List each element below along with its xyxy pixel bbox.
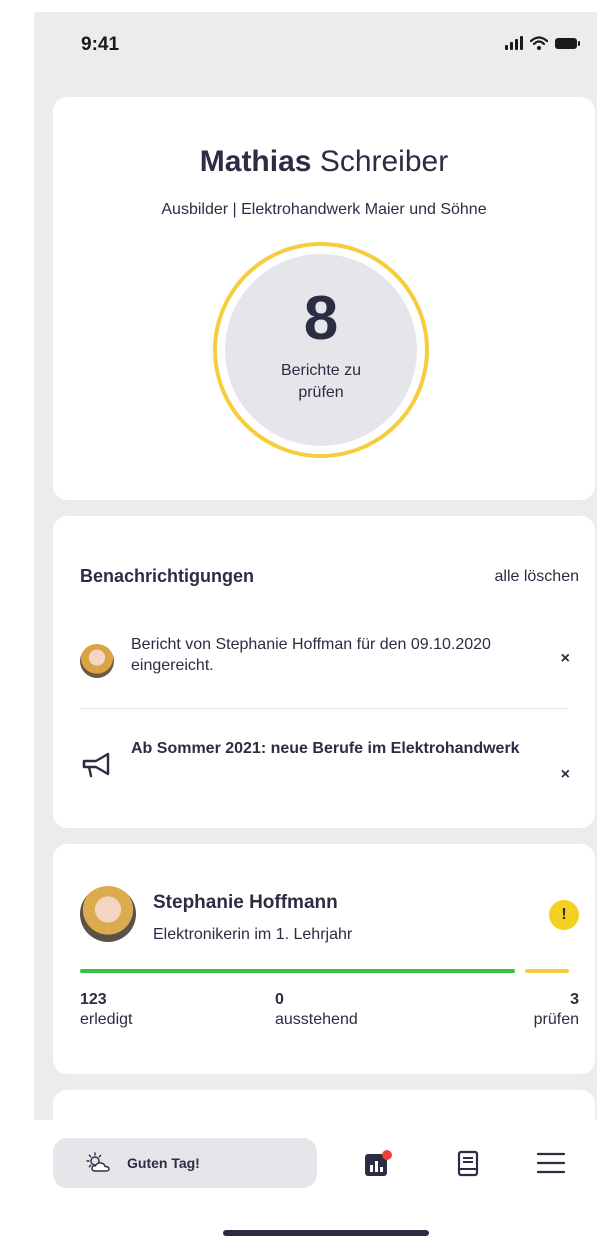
progress-review-segment <box>525 969 569 973</box>
stat-review-label: prüfen <box>533 1011 579 1028</box>
status-icons <box>505 36 580 50</box>
warning-badge: ! <box>549 900 579 930</box>
avatar <box>80 886 136 942</box>
bottom-navigation: Guten Tag! <box>34 1120 597 1248</box>
progress-bar <box>80 969 569 973</box>
profile-first-name: Mathias <box>199 145 312 178</box>
notification-item[interactable]: Ab Sommer 2021: neue Berufe im Elektroha… <box>80 738 570 808</box>
megaphone-icon <box>82 752 110 778</box>
notification-text: Ab Sommer 2021: neue Berufe im Elektroha… <box>131 740 520 757</box>
stat-review: 3 prüfen <box>534 990 579 1030</box>
status-bar: 9:41 <box>34 12 597 82</box>
greeting-button[interactable]: Guten Tag! <box>53 1138 317 1188</box>
close-icon[interactable]: × <box>561 650 570 668</box>
signal-icon <box>505 36 523 50</box>
report-label: Berichte zu prüfen <box>280 362 362 401</box>
stat-done: 123 erledigt <box>80 990 132 1030</box>
reports-to-review-button[interactable]: 8 Berichte zu prüfen <box>213 242 429 458</box>
stat-review-value: 3 <box>570 991 579 1008</box>
report-count: 8 <box>303 284 339 353</box>
chart-icon[interactable] <box>364 1150 394 1178</box>
trainee-subtitle: Elektronikerin im 1. Lehrjahr <box>153 926 353 943</box>
wifi-icon <box>530 36 548 50</box>
weather-icon <box>86 1152 110 1172</box>
stat-done-value: 123 <box>80 991 107 1008</box>
trainee-name: Stephanie Hoffmann <box>153 892 338 913</box>
stat-pending-value: 0 <box>275 991 284 1008</box>
profile-card: Mathias Schreiber Ausbilder | Elektrohan… <box>53 97 595 500</box>
book-icon[interactable] <box>456 1150 480 1178</box>
profile-role: Ausbilder | Elektrohandwerk Maier und Sö… <box>161 201 487 218</box>
clear-all-button[interactable]: alle löschen <box>495 568 580 586</box>
profile-last-name: Schreiber <box>319 145 449 178</box>
status-time: 9:41 <box>81 34 120 55</box>
profile-name: Mathias Schreiber <box>53 145 595 179</box>
close-icon[interactable]: × <box>561 766 570 784</box>
battery-icon <box>555 38 580 49</box>
divider <box>80 708 568 709</box>
greeting-text: Guten Tag! <box>127 1155 200 1171</box>
stat-pending-label: ausstehend <box>275 1011 358 1028</box>
avatar <box>80 644 114 678</box>
report-counter: 8 Berichte zu prüfen <box>225 254 417 446</box>
notifications-card: Benachrichtigungen alle löschen Bericht … <box>53 516 595 828</box>
progress-done-segment <box>80 969 515 973</box>
stat-pending: 0 ausstehend <box>275 990 358 1030</box>
trainee-card[interactable]: Stephanie Hoffmann Elektronikerin im 1. … <box>53 844 595 1074</box>
stat-done-label: erledigt <box>80 1011 133 1028</box>
menu-icon[interactable] <box>536 1150 566 1176</box>
notification-item[interactable]: Bericht von Stephanie Hoffman für den 09… <box>80 634 570 704</box>
phone-screen: 9:41 Mathias Schreiber Ausbilder | Elekt… <box>34 12 597 1248</box>
notification-text: Bericht von Stephanie Hoffman für den 09… <box>131 636 491 674</box>
home-indicator <box>223 1230 429 1236</box>
notifications-title: Benachrichtigungen <box>80 566 255 586</box>
